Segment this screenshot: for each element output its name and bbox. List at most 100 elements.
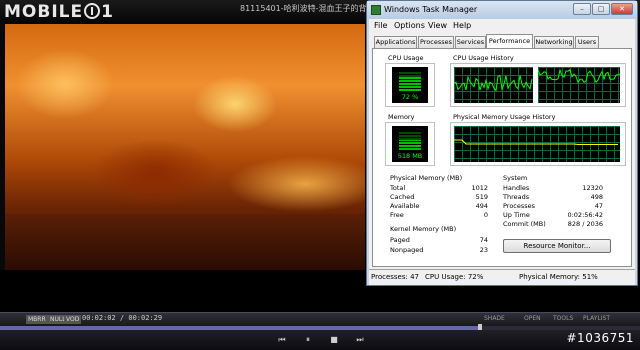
stat-label: Cached bbox=[390, 193, 415, 201]
tab-networking[interactable]: Networking bbox=[534, 36, 574, 48]
minimize-button[interactable]: – bbox=[573, 3, 591, 15]
stat-label: Nonpaged bbox=[390, 246, 424, 254]
menu-help[interactable]: Help bbox=[453, 21, 471, 30]
cpu-history-line bbox=[454, 74, 533, 92]
memory-history-label: Physical Memory Usage History bbox=[453, 113, 556, 121]
stat-nonpaged: Nonpaged 23 bbox=[390, 246, 488, 255]
memory-gauge: 518 MB bbox=[392, 126, 428, 162]
tab-services[interactable]: Services bbox=[455, 36, 486, 48]
memory-gauge-empty bbox=[399, 131, 421, 140]
stat-label: Total bbox=[390, 184, 406, 192]
stat-available: Available 494 bbox=[390, 202, 488, 211]
next-icon[interactable]: ⏭ bbox=[354, 334, 366, 345]
stat-value: 1012 bbox=[471, 184, 488, 192]
memory-value: 518 MB bbox=[397, 152, 423, 160]
stat-label: Handles bbox=[503, 184, 530, 192]
stat-handles: Handles 12320 bbox=[503, 184, 603, 193]
performance-panel: CPU Usage 72 % CPU Usage History Memory … bbox=[372, 48, 632, 267]
resource-monitor-button[interactable]: Resource Monitor... bbox=[503, 239, 611, 253]
stat-value: 0 bbox=[483, 211, 488, 219]
memory-history-group bbox=[450, 122, 626, 166]
stat-value: 23 bbox=[479, 246, 488, 254]
cpu-history-plot-1 bbox=[538, 68, 620, 84]
brand-logo: MOBILE 1 bbox=[4, 2, 114, 22]
physical-memory-heading: Physical Memory (MB) bbox=[390, 174, 463, 182]
menu-view[interactable]: View bbox=[428, 21, 447, 30]
stat-value: 498 bbox=[590, 193, 603, 201]
stat-label: Paged bbox=[390, 236, 410, 244]
maximize-button[interactable]: □ bbox=[592, 3, 610, 15]
stat-processes: Processes 47 bbox=[503, 202, 603, 211]
tab-processes[interactable]: Processes bbox=[418, 36, 454, 48]
prev-icon[interactable]: ⏮ bbox=[276, 334, 288, 345]
cpu-history-group bbox=[450, 63, 626, 107]
stat-value: 519 bbox=[475, 193, 488, 201]
brand-o-icon bbox=[84, 3, 101, 19]
badge: VOD bbox=[64, 315, 82, 324]
task-manager-icon bbox=[371, 5, 381, 15]
brand-suffix: 1 bbox=[101, 2, 114, 22]
tab-applications[interactable]: Applications bbox=[374, 36, 417, 48]
memory-history-plot bbox=[454, 139, 618, 145]
memory-history-line bbox=[454, 139, 618, 145]
stat-label: Threads bbox=[503, 193, 530, 201]
window-title: Windows Task Manager bbox=[384, 5, 478, 14]
menu-options[interactable]: Options bbox=[394, 21, 425, 30]
stat-label: Processes bbox=[503, 202, 536, 210]
cpu-usage-value: 72 % bbox=[401, 93, 419, 101]
time-display: 00:02:02 / 00:02:29 bbox=[82, 314, 163, 322]
video-floor bbox=[5, 214, 365, 270]
memory-gauge-fill bbox=[399, 140, 421, 150]
stat-label: Up Time bbox=[503, 211, 530, 219]
memory-group: 518 MB bbox=[385, 122, 435, 166]
status-processes: Processes: 47 bbox=[371, 273, 419, 281]
stat-total: Total 1012 bbox=[390, 184, 488, 193]
status-cpu: CPU Usage: 72% bbox=[425, 273, 484, 281]
stat-free: Free 0 bbox=[390, 211, 488, 220]
memory-label: Memory bbox=[388, 113, 415, 121]
open-button[interactable]: OPEN bbox=[524, 315, 541, 322]
stat-value: 74 bbox=[479, 236, 488, 244]
stat-cached: Cached 519 bbox=[390, 193, 488, 202]
stat-commit: Commit (MB) 828 / 2036 bbox=[503, 220, 603, 229]
stat-value: 47 bbox=[594, 202, 603, 210]
close-button[interactable]: ✕ bbox=[611, 3, 633, 15]
kernel-memory-heading: Kernel Memory (MB) bbox=[390, 225, 457, 233]
transport-bar: ⏮ ⏸ ■ ⏭ bbox=[0, 330, 640, 350]
cpu-history-plot-0 bbox=[454, 74, 533, 92]
tools-button[interactable]: TOOLS bbox=[553, 315, 573, 322]
stat-label: Commit (MB) bbox=[503, 220, 546, 228]
task-manager-body: Applications Processes Services Performa… bbox=[369, 33, 635, 269]
stop-icon[interactable]: ■ bbox=[328, 334, 340, 345]
cpu-history-graph-core-1 bbox=[538, 67, 620, 103]
stat-label: Available bbox=[390, 202, 420, 210]
status-memory: Physical Memory: 51% bbox=[519, 273, 598, 281]
playlist-button[interactable]: PLAYLIST bbox=[583, 315, 610, 322]
cpu-gauge-fill bbox=[399, 77, 421, 91]
task-manager-titlebar[interactable]: Windows Task Manager – □ ✕ bbox=[367, 1, 637, 19]
status-bar: Processes: 47 CPU Usage: 72% Physical Me… bbox=[369, 269, 635, 285]
tab-users[interactable]: Users bbox=[575, 36, 599, 48]
system-heading: System bbox=[503, 174, 528, 182]
badge: MBRR bbox=[26, 315, 48, 324]
cpu-history-graph-core-0 bbox=[454, 67, 533, 103]
brand-prefix: MOBILE bbox=[4, 2, 84, 22]
stat-threads: Threads 498 bbox=[503, 193, 603, 202]
stat-paged: Paged 74 bbox=[390, 236, 488, 245]
cpu-history-label: CPU Usage History bbox=[453, 54, 514, 62]
shade-button[interactable]: SHADE bbox=[484, 315, 505, 322]
video-frame[interactable] bbox=[5, 24, 365, 270]
memory-history-graph bbox=[454, 126, 620, 162]
cpu-history-line bbox=[538, 68, 620, 84]
player-title: 81115401-哈利波特-混血王子的背叛 bbox=[240, 4, 366, 13]
cpu-usage-label: CPU Usage bbox=[388, 54, 424, 62]
pause-icon[interactable]: ⏸ bbox=[302, 334, 314, 345]
watermark: #1036751 bbox=[566, 331, 634, 345]
cpu-usage-group: 72 % bbox=[385, 63, 435, 107]
menu-file[interactable]: File bbox=[374, 21, 387, 30]
stat-value: 494 bbox=[475, 202, 488, 210]
menu-bar: File Options View Help bbox=[369, 19, 635, 33]
stat-value: 0:02:56:42 bbox=[567, 211, 603, 219]
stat-uptime: Up Time 0:02:56:42 bbox=[503, 211, 603, 220]
tab-performance[interactable]: Performance bbox=[486, 34, 533, 48]
